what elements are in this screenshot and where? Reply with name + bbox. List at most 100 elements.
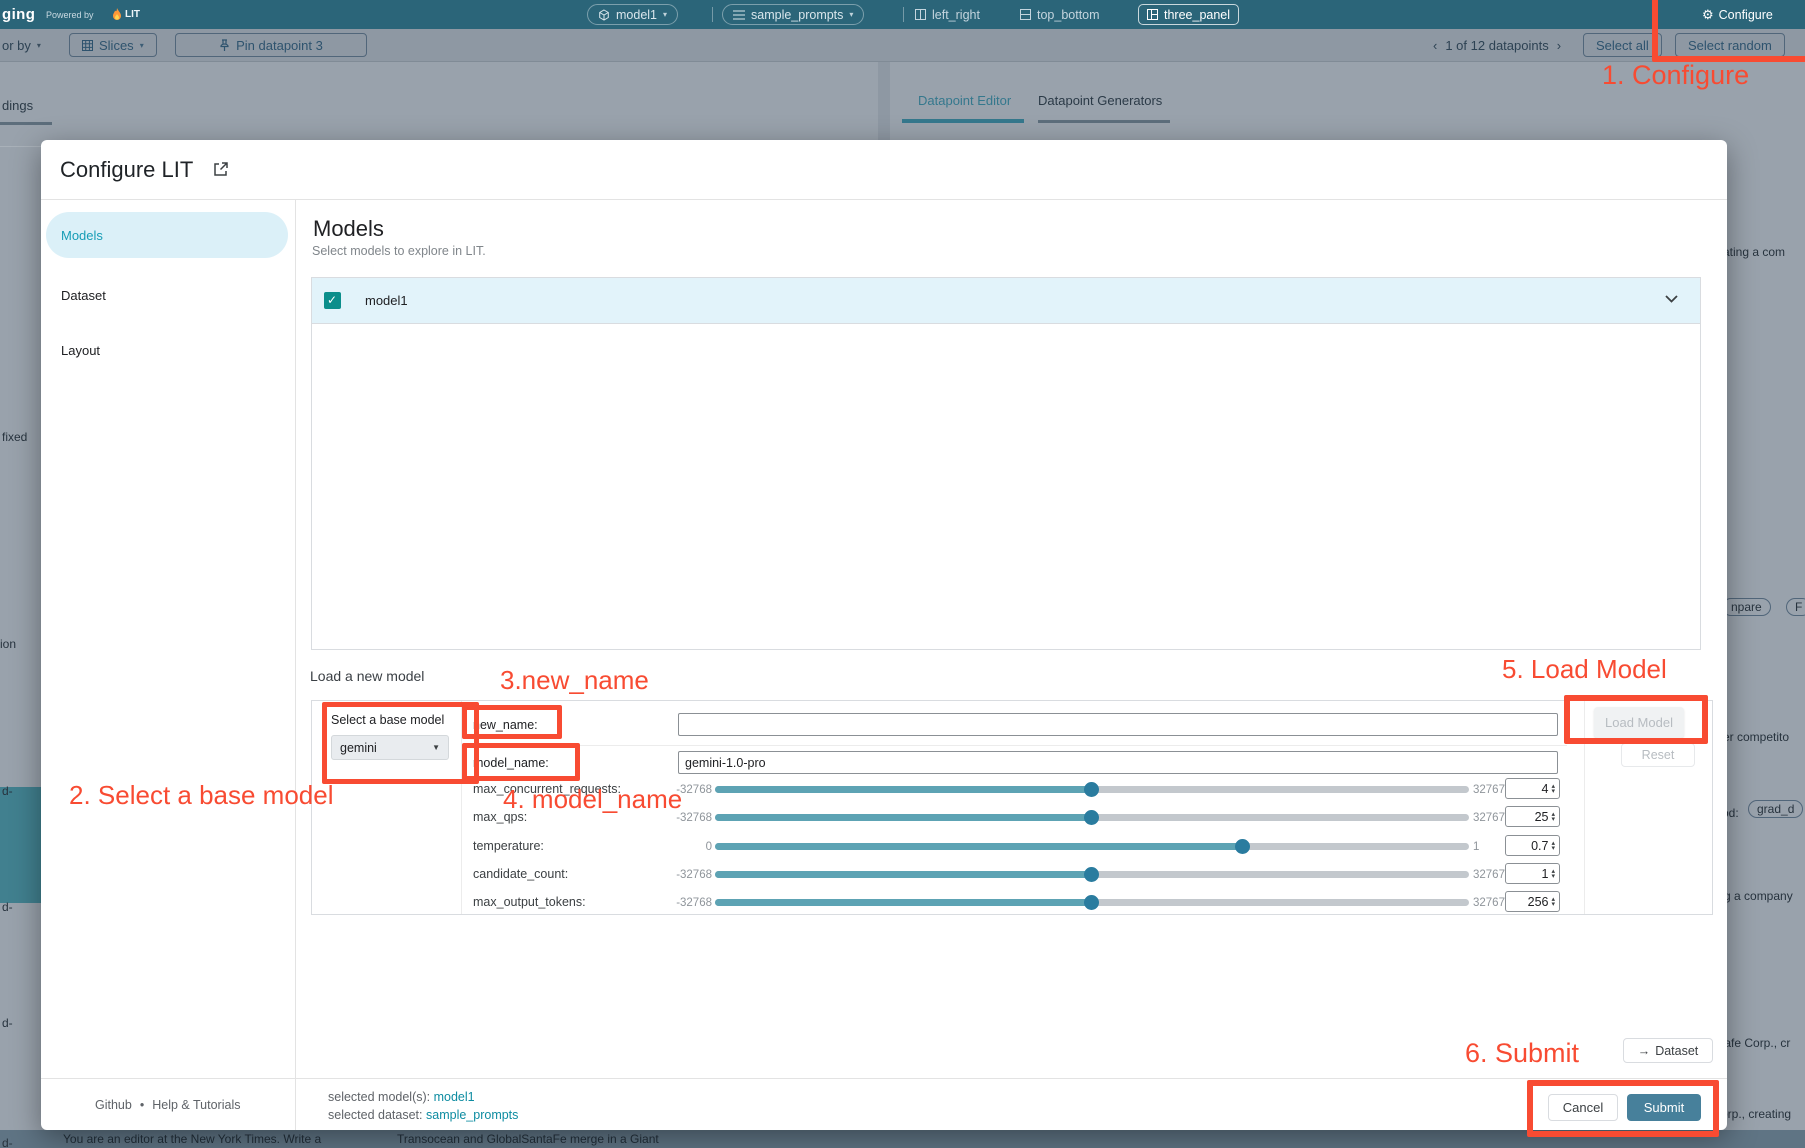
number-spinner[interactable]: 4▴▾ <box>1505 778 1560 799</box>
background-fragment: You are an editor at the New York Times.… <box>63 1132 321 1146</box>
background-button-fragment[interactable]: F <box>1786 598 1805 616</box>
slider-row-max-concurrent-requests: max_concurrent_requests: -32768 32767 4▴… <box>312 779 1572 800</box>
selected-dataset-link[interactable]: sample_prompts <box>426 1108 518 1122</box>
background-fragment: d- <box>2 784 13 798</box>
slider-thumb[interactable] <box>1084 867 1099 882</box>
color-by-dropdown[interactable]: or by ▾ <box>2 33 41 57</box>
slider[interactable] <box>715 843 1469 850</box>
base-model-select[interactable]: gemini ▼ <box>331 735 449 760</box>
background-tab-datapoint-editor[interactable]: Datapoint Editor <box>918 93 1011 108</box>
annotation-step2: 2. Select a base model <box>69 780 334 811</box>
chevron-down-icon: ▾ <box>37 41 41 50</box>
number-spinner[interactable]: 256▴▾ <box>1505 891 1560 912</box>
section-subheading: Select models to explore in LIT. <box>312 244 486 258</box>
background-tab-datapoint-generators[interactable]: Datapoint Generators <box>1038 93 1162 108</box>
model-checkbox[interactable] <box>324 292 341 309</box>
slider-row-max-qps: max_qps: -32768 32767 25▴▾ <box>312 807 1572 828</box>
background-fragment: d- <box>2 1016 13 1030</box>
model-row[interactable]: model1 <box>312 278 1700 324</box>
app-logo: ging <box>2 4 35 25</box>
background-fragment: fixed <box>2 430 27 444</box>
number-spinner[interactable]: 1▴▾ <box>1505 863 1560 884</box>
model-name-input[interactable] <box>678 751 1558 774</box>
selected-model-link[interactable]: model1 <box>434 1090 475 1104</box>
slider[interactable] <box>715 899 1469 906</box>
background-fragment: er competito <box>1723 730 1789 744</box>
divider <box>467 745 1567 746</box>
pagination-label: 1 of 12 datapoints <box>1445 38 1548 53</box>
open-in-new-icon[interactable] <box>213 161 229 177</box>
background-chip-fragment: grad_d <box>1748 800 1803 818</box>
number-spinner[interactable]: 25▴▾ <box>1505 806 1560 827</box>
nav-item-layout[interactable]: Layout <box>61 343 100 358</box>
prev-datapoint-button[interactable]: ‹ <box>1433 38 1437 53</box>
nav-item-dataset[interactable]: Dataset <box>61 288 106 303</box>
divider <box>41 1078 1727 1079</box>
background-fragment: ating a com <box>1723 245 1785 259</box>
annotation-step3: 3.new_name <box>500 665 649 696</box>
new-name-input[interactable] <box>678 713 1558 736</box>
submit-button[interactable]: Submit <box>1627 1094 1701 1121</box>
flame-icon <box>112 8 122 21</box>
slider-thumb[interactable] <box>1235 839 1250 854</box>
spinner-arrows-icon[interactable]: ▴▾ <box>1551 897 1555 907</box>
annotation-step5: 5. Load Model <box>1502 654 1667 685</box>
number-spinner[interactable]: 0.7▴▾ <box>1505 835 1560 856</box>
slider[interactable] <box>715 786 1469 793</box>
selected-model-line: selected model(s): model1 <box>328 1090 475 1104</box>
nav-item-models[interactable]: Models <box>61 228 103 243</box>
next-datapoint-button[interactable]: › <box>1557 38 1561 53</box>
background-fragment: orp., creating <box>1721 1107 1791 1121</box>
configure-lit-dialog: Configure LIT Models Dataset Layout Mode… <box>41 140 1727 1130</box>
help-tutorials-link[interactable]: Help & Tutorials <box>152 1098 240 1112</box>
dataset-selector-button[interactable]: sample_prompts ▾ <box>722 4 864 25</box>
slider-thumb[interactable] <box>1084 895 1099 910</box>
tab-underline <box>1038 120 1170 123</box>
chevron-down-icon[interactable] <box>1665 295 1678 303</box>
spinner-arrows-icon[interactable]: ▴▾ <box>1551 784 1555 794</box>
select-random-button[interactable]: Select random <box>1675 33 1785 57</box>
list-icon <box>733 10 745 20</box>
background-button-fragment[interactable]: npare <box>1722 598 1771 616</box>
github-link[interactable]: Github <box>95 1098 132 1112</box>
slider[interactable] <box>715 814 1469 821</box>
go-to-dataset-button[interactable]: → Dataset <box>1623 1038 1713 1063</box>
screen: ging Powered by LIT model1 ▾ sample_prom… <box>0 0 1805 1148</box>
model-selector-button[interactable]: model1 ▾ <box>587 4 678 25</box>
slider-row-temperature: temperature: 0 1 0.7▴▾ <box>312 836 1572 857</box>
selected-dataset-line: selected dataset: sample_prompts <box>328 1108 518 1122</box>
background-fragment: d- <box>2 1136 13 1148</box>
annotation-step4: 4. model_name <box>503 784 682 815</box>
pin-datapoint-button[interactable]: Pin datapoint 3 <box>175 33 367 57</box>
layout-three-panel-button[interactable]: three_panel <box>1138 4 1239 25</box>
background-fragment: ion <box>0 637 16 651</box>
annotation-step1: 1. Configure <box>1602 60 1749 91</box>
divider <box>712 7 713 22</box>
annotation-step6: 6. Submit <box>1465 1038 1579 1069</box>
background-fragment: Transocean and GlobalSantaFe merge in a … <box>397 1132 659 1146</box>
spinner-arrows-icon[interactable]: ▴▾ <box>1551 812 1555 822</box>
reset-button[interactable]: Reset <box>1621 743 1695 767</box>
slider[interactable] <box>715 871 1469 878</box>
slider-row-max-output-tokens: max_output_tokens: -32768 32767 256▴▾ <box>312 892 1572 913</box>
slider-thumb[interactable] <box>1084 782 1099 797</box>
spinner-arrows-icon[interactable]: ▴▾ <box>1551 841 1555 851</box>
background-fragment: g a company <box>1724 889 1793 903</box>
configure-button[interactable]: ⚙ Configure <box>1702 4 1773 25</box>
slider-thumb[interactable] <box>1084 810 1099 825</box>
load-model-button[interactable]: Load Model <box>1594 707 1684 738</box>
model-name-label: model_name: <box>473 756 549 770</box>
load-model-heading: Load a new model <box>310 668 424 684</box>
layout-top-bottom-button[interactable]: top_bottom <box>1020 4 1100 25</box>
select-all-button[interactable]: Select all <box>1583 33 1662 57</box>
layout-left-right-button[interactable]: left_right <box>915 4 980 25</box>
background-fragment: tafe Corp., cr <box>1721 1036 1790 1050</box>
background-tab-embeddings[interactable]: dings <box>2 98 33 113</box>
spinner-arrows-icon[interactable]: ▴▾ <box>1551 869 1555 879</box>
divider <box>903 7 904 22</box>
layout-grid-icon <box>1020 9 1031 20</box>
chevron-down-icon: ▾ <box>663 10 667 19</box>
slices-button[interactable]: Slices ▾ <box>69 33 157 57</box>
background-fragment: d- <box>2 900 13 914</box>
cancel-button[interactable]: Cancel <box>1548 1094 1618 1121</box>
